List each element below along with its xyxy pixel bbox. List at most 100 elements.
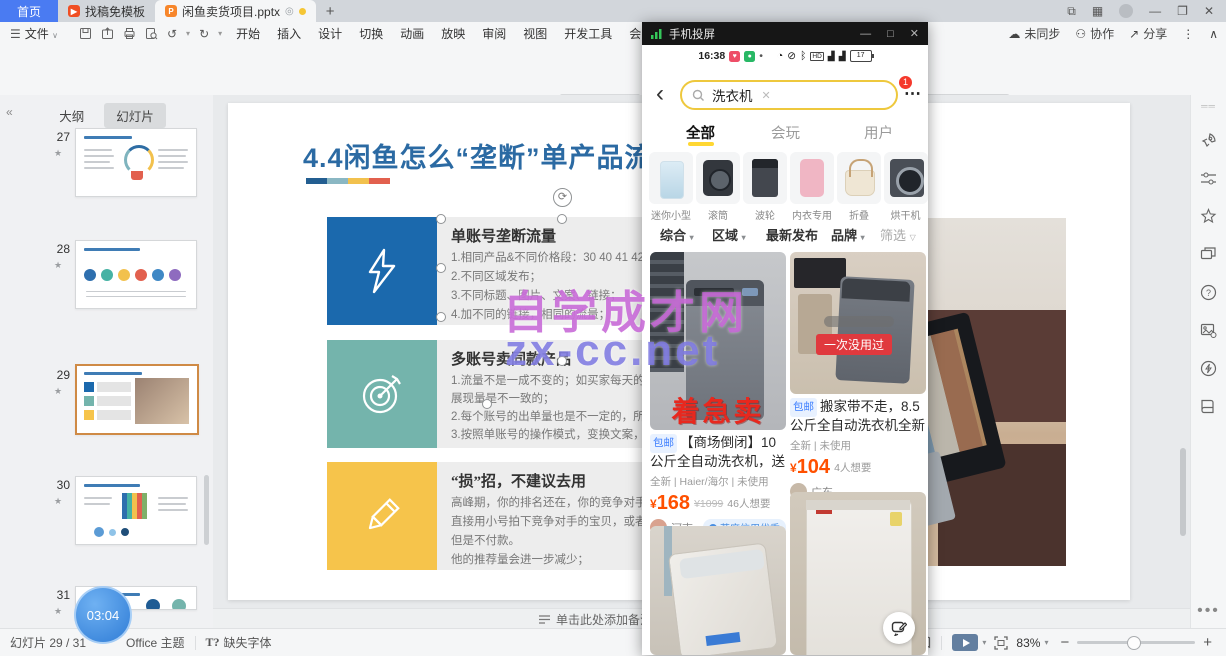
block3-square[interactable] (327, 462, 437, 570)
menu-animation[interactable]: 动画 (400, 25, 424, 42)
tab-outline[interactable]: 大纲 (47, 103, 96, 128)
fit-slide-icon[interactable] (994, 636, 1008, 650)
restore-button[interactable]: ❐ (1177, 4, 1188, 18)
missing-font-warning[interactable]: 缺失字体 (224, 634, 272, 651)
tab-document-active[interactable]: P 闲鱼卖货项目.pptx ◎ (155, 0, 316, 22)
more-menu-icon[interactable]: ⋮ (1182, 27, 1194, 41)
zoom-options-arrow[interactable]: ▾ (1044, 638, 1048, 647)
menu-design[interactable]: 设计 (318, 25, 342, 42)
play-options-arrow[interactable]: ▾ (982, 638, 986, 647)
category-underwear[interactable]: 内衣专用 (789, 152, 835, 222)
new-tab-button[interactable]: + (316, 0, 345, 22)
phone-mirror-window[interactable]: 手机投屏 — □ ✕ 16:38 ♥ ● • ◔ ⊘ ᛒ HD ▟ ▟ 17 ‹… (642, 22, 928, 655)
recording-timer-bubble[interactable]: 03:04 (74, 586, 132, 644)
filter-newest[interactable]: 最新发布 (766, 225, 818, 244)
category-pulsator[interactable]: 波轮 (742, 152, 788, 222)
phone-maximize-button[interactable]: □ (887, 28, 894, 40)
menu-slideshow[interactable]: 放映 (441, 25, 465, 42)
feedback-float-button[interactable] (883, 612, 915, 644)
play-slideshow-button[interactable] (952, 634, 978, 651)
hamburger-icon[interactable]: ☰ (10, 27, 21, 41)
clear-search-icon[interactable]: ✕ (762, 89, 771, 102)
phone-minimize-button[interactable]: — (860, 28, 871, 40)
tab-home[interactable]: 首页 (0, 0, 58, 22)
assistant-mascot-icon[interactable] (1119, 4, 1133, 18)
product2-info[interactable]: 包邮搬家带不走，8.5公斤全自动洗衣机全新未拆 全新 | 未使用 ¥ 104 4… (790, 398, 926, 500)
menu-devtools[interactable]: 开发工具 (564, 25, 612, 42)
theme-name[interactable]: Office 主题 (126, 634, 184, 651)
selection-handle[interactable] (557, 214, 567, 224)
collapse-ribbon-icon[interactable]: ∧ (1209, 27, 1218, 41)
category-mini[interactable]: 迷你小型 (648, 152, 694, 222)
tab-docer-template[interactable]: ▶ 找稿免模板 (58, 0, 155, 22)
search-input[interactable]: 洗衣机 ✕ (680, 80, 898, 110)
selection-handle[interactable] (436, 263, 446, 273)
slide-thumbnail-30[interactable] (75, 476, 197, 545)
result-tab-users[interactable]: 用户 (864, 122, 893, 143)
result-tab-all[interactable]: 全部 (686, 122, 715, 143)
slide-thumbnail-27[interactable] (75, 128, 197, 197)
product3-image[interactable] (650, 526, 786, 655)
save-icon[interactable] (79, 27, 92, 40)
filter-more[interactable]: 筛选 ▽ (880, 225, 916, 244)
panel-drag-handle[interactable]: ══ (1201, 101, 1216, 111)
product2-image[interactable]: 一次没用过 (790, 252, 926, 394)
layout-windows-icon[interactable] (1200, 246, 1217, 263)
panel-more-icon[interactable]: ••• (1197, 602, 1220, 620)
print-icon[interactable] (123, 27, 136, 40)
zoom-level[interactable]: 83% (1016, 636, 1040, 650)
help-icon[interactable]: ? (1200, 284, 1217, 301)
back-chevron-icon[interactable]: ‹ (656, 82, 664, 106)
slide-title[interactable]: 4.4闲鱼怎么“垄断”单产品流量 (303, 136, 681, 175)
effects-star-icon[interactable] (1200, 208, 1217, 225)
category-drum[interactable]: 滚筒 (695, 152, 741, 222)
menu-insert[interactable]: 插入 (277, 25, 301, 42)
print-preview-icon[interactable] (145, 27, 158, 40)
zoom-slider-thumb[interactable] (1127, 636, 1141, 650)
slide-thumbnail-29-selected[interactable] (75, 364, 199, 435)
resource-book-icon[interactable] (1200, 398, 1217, 415)
minimize-button[interactable]: — (1149, 4, 1161, 18)
menu-file[interactable]: 文件 ∨ (25, 25, 58, 42)
zoom-slider[interactable] (1077, 641, 1195, 644)
filter-region[interactable]: 区域 ▾ (712, 225, 746, 244)
rocket-tools-icon[interactable] (1200, 132, 1217, 149)
rotate-handle[interactable]: ⟳ (553, 188, 572, 207)
redo-icon[interactable]: ↻ (199, 27, 209, 41)
close-button[interactable]: ✕ (1204, 4, 1214, 18)
selection-handle[interactable] (436, 312, 446, 322)
collaborate-button[interactable]: ⚇协作 (1075, 25, 1114, 42)
canvas-scrollbar[interactable] (1180, 448, 1186, 536)
selection-handle[interactable] (482, 399, 492, 409)
share-button[interactable]: ↗分享 (1129, 25, 1167, 42)
undo-icon[interactable]: ↺ (167, 27, 177, 41)
image-settings-icon[interactable] (1200, 322, 1217, 339)
sync-status[interactable]: ☁未同步 (1008, 25, 1060, 42)
adjust-sliders-icon[interactable] (1200, 170, 1217, 187)
product1-image[interactable]: 着急卖 (650, 252, 786, 430)
selection-handle[interactable] (436, 214, 446, 224)
product1-info[interactable]: 包邮【商场倒闭】10公斤全自动洗衣机，送货上 全新 | Haier/海尔 | 未… (650, 434, 786, 536)
category-folding[interactable]: 折叠 (836, 152, 882, 222)
menu-view[interactable]: 视图 (523, 25, 547, 42)
layout-switch-icon[interactable]: ⧉ (1067, 4, 1076, 19)
filter-sort[interactable]: 综合 ▾ (660, 225, 694, 244)
menu-review[interactable]: 审阅 (482, 25, 506, 42)
export-icon[interactable] (101, 27, 114, 40)
block1-square[interactable] (327, 217, 437, 325)
slide-thumbnail-28[interactable] (75, 240, 197, 309)
zoom-in-button[interactable]: + (1203, 634, 1212, 651)
block2-square[interactable] (327, 340, 437, 448)
tab-slides[interactable]: 幻灯片 (104, 103, 166, 128)
sidebar-scrollbar[interactable] (204, 475, 209, 545)
phone-window-titlebar[interactable]: 手机投屏 — □ ✕ (642, 22, 928, 45)
grid-apps-icon[interactable]: ▦ (1092, 4, 1103, 18)
result-tab-huiwan[interactable]: 会玩 (771, 122, 800, 143)
menu-start[interactable]: 开始 (236, 25, 260, 42)
menu-transition[interactable]: 切换 (359, 25, 383, 42)
selection-handle[interactable] (557, 356, 567, 366)
zoom-out-button[interactable]: − (1060, 634, 1069, 651)
quick-action-icon[interactable] (1200, 360, 1217, 377)
category-dryer[interactable]: 烘干机 (883, 152, 928, 222)
collapse-panel-icon[interactable]: « (6, 105, 13, 119)
